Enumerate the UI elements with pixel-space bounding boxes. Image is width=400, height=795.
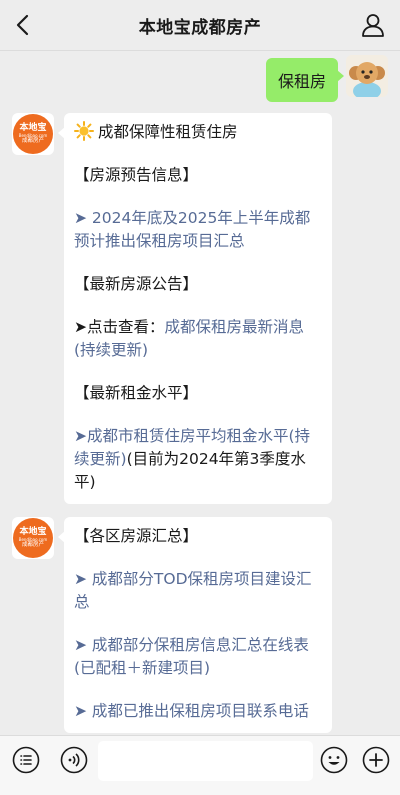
chat-input-bar xyxy=(0,735,400,795)
voice-icon[interactable] xyxy=(60,746,88,774)
message-input[interactable] xyxy=(98,741,313,781)
user-profile-icon[interactable] xyxy=(360,12,386,38)
bot-message-bubble: 成都保障性租赁住房 【房源预告信息】 ➤ 2024年底及2025年上半年成都预计… xyxy=(58,113,332,504)
bot-message-row: 本地宝 Bendibao.com 成都房产 成都保障性租赁住房 【房源预告信息】 xyxy=(12,113,332,504)
chat-area[interactable]: 保租房 本地宝 Bendibao.com 成都房产 成都保障性租赁住房 【房源预… xyxy=(0,51,400,734)
chat-title: 本地宝成都房产 xyxy=(138,17,262,38)
bot-message-row: 本地宝 Bendibao.com 成都房产 【各区房源汇总】 ➤ 成都部分TOD… xyxy=(12,517,332,733)
section-heading: 【最新租金水平】 xyxy=(74,384,199,402)
back-chevron-icon[interactable] xyxy=(12,13,36,37)
section-heading: 【最新房源公告】 xyxy=(74,275,199,293)
link-contact-phones[interactable]: ➤ 成都已推出保租房项目联系电话 xyxy=(74,700,322,723)
bot-message-bubble: 【各区房源汇总】 ➤ 成都部分TOD保租房项目建设汇总 ➤ 成都部分保租房信息汇… xyxy=(58,517,332,733)
menu-list-icon[interactable] xyxy=(12,746,40,774)
bendibao-logo: 本地宝 Bendibao.com 成都房产 xyxy=(13,114,53,154)
puppy-avatar-icon xyxy=(346,55,388,97)
latest-announcement-line: ➤点击查看：成都保租房最新消息(持续更新) xyxy=(74,318,305,359)
section-heading: 【各区房源汇总】 xyxy=(74,527,199,545)
my-message-row: 保租房 xyxy=(265,55,388,102)
link-upcoming-projects[interactable]: ➤ 2024年底及2025年上半年成都预计推出保租房项目汇总 xyxy=(74,207,322,253)
message-title: 成都保障性租赁住房 xyxy=(74,121,322,144)
bendibao-logo: 本地宝 Bendibao.com 成都房产 xyxy=(13,518,53,558)
bot-avatar[interactable]: 本地宝 Bendibao.com 成都房产 xyxy=(12,517,54,559)
sun-icon xyxy=(74,121,94,141)
rent-level-line: ➤成都市租赁住房平均租金水平(持续更新)(目前为2024年第3季度水平) xyxy=(74,427,311,491)
my-message-bubble[interactable]: 保租房 xyxy=(265,58,345,102)
section-heading: 【房源预告信息】 xyxy=(74,166,199,184)
my-avatar[interactable] xyxy=(346,55,388,97)
link-tod-projects[interactable]: ➤ 成都部分TOD保租房项目建设汇总 xyxy=(74,568,322,614)
emoji-icon[interactable] xyxy=(320,746,348,774)
chat-header: 本地宝成都房产 xyxy=(0,0,400,51)
link-online-sheet[interactable]: ➤ 成都部分保租房信息汇总在线表(已配租＋新建项目) xyxy=(74,634,322,680)
plus-icon[interactable] xyxy=(362,746,390,774)
bot-avatar[interactable]: 本地宝 Bendibao.com 成都房产 xyxy=(12,113,54,155)
